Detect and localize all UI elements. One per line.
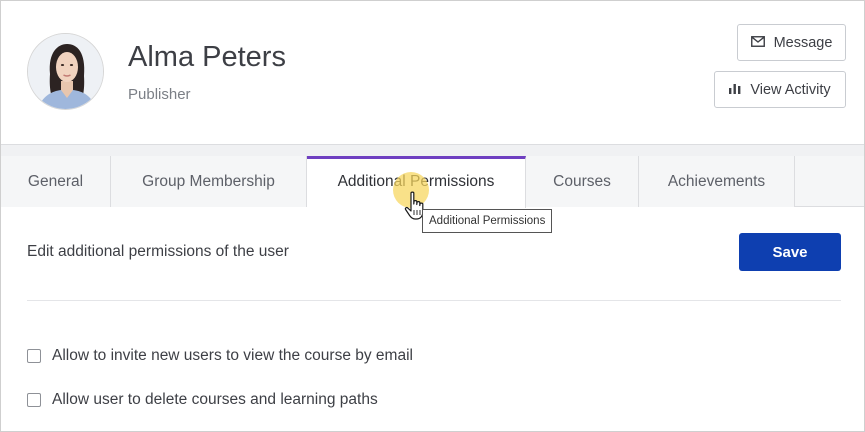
tab-achievements[interactable]: Achievements [639,156,795,207]
envelope-icon [750,35,765,51]
permission-delete-courses[interactable]: Allow user to delete courses and learnin… [27,391,378,409]
tab-label: General [27,172,84,190]
section-description: Edit additional permissions of the user [27,243,289,260]
divider [27,300,841,301]
permission-label: Allow user to delete courses and learnin… [52,391,378,408]
view-activity-label: View Activity [750,81,831,98]
avatar [27,33,104,110]
view-activity-button[interactable]: View Activity [714,71,846,108]
tab-courses[interactable]: Courses [526,156,639,207]
checkbox[interactable] [27,349,41,363]
bar-chart-icon [729,82,741,98]
header-separator [1,144,864,156]
profile-header: Alma Peters Publisher Message View Activ… [1,1,864,144]
profile-tabs: General Group Membership Additional Perm… [1,156,864,208]
tab-label: Group Membership [142,172,275,190]
tab-group-membership[interactable]: Group Membership [111,156,307,207]
permission-label: Allow to invite new users to view the co… [52,347,413,364]
tab-label: Achievements [667,172,766,190]
user-profile-panel: Alma Peters Publisher Message View Activ… [0,0,865,432]
save-button[interactable]: Save [739,233,841,271]
permission-invite-users[interactable]: Allow to invite new users to view the co… [27,347,413,365]
tab-label: Courses [553,172,611,190]
checkbox[interactable] [27,393,41,407]
message-button-label: Message [773,34,833,51]
user-role: Publisher [128,86,191,103]
message-button[interactable]: Message [737,24,846,61]
tab-general[interactable]: General [1,156,111,207]
user-name: Alma Peters [128,41,286,73]
tooltip: Additional Permissions [422,209,553,233]
